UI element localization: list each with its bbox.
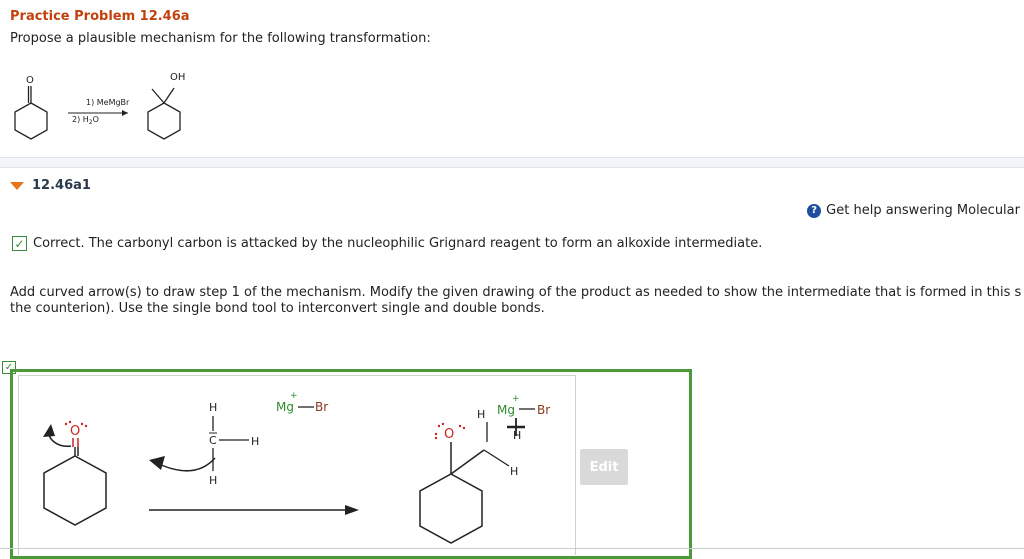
methyl-carbon: C [209,434,217,447]
reagent-step1: 1) MeMgBr [86,98,130,107]
help-link[interactable]: ? Get help answering Molecular [807,203,1020,218]
right-bromine: Br [537,403,550,417]
right-mg-charge: + [512,394,520,404]
part-toggle[interactable]: 12.46a1 [10,178,91,193]
methyl-h-bottom: H [209,474,217,487]
reagent-step2: 2) H2O [72,115,99,126]
right-h-left: H [477,408,485,421]
curved-arrow-nucleophile[interactable] [158,457,216,472]
methyl-h-right: H [251,435,259,448]
methyl-h-top: H [209,401,217,414]
question-icon: ? [807,203,822,218]
instructions-line2: the counterion). Use the single bond too… [10,301,545,316]
right-magnesium: Mg [497,403,515,417]
right-h-a: H [513,429,521,442]
instructions: Add curved arrow(s) to draw step 1 of th… [10,285,1024,317]
drawing-canvas[interactable]: O H C H H Mg + Br O H Mg + Br H H [18,375,576,555]
reaction-scheme: O 1) MeMgBr 2) H2O OH [14,72,185,140]
reactant-cyclohexanone [14,86,48,140]
left-ring [43,447,107,526]
feedback-text: Correct. The carbonyl carbon is attacked… [33,236,763,251]
left-bromine: Br [315,400,328,414]
instructions-line1: Add curved arrow(s) to draw step 1 of th… [10,285,1022,300]
bottom-divider [0,548,1024,549]
caret-down-icon [10,181,24,190]
check-icon: ✓ [12,236,27,251]
right-oxygen: O [444,427,454,442]
part-label: 12.46a1 [32,178,91,193]
edit-button[interactable]: Edit [580,449,628,485]
section-divider [0,157,1024,168]
left-mg-charge: + [290,391,298,401]
left-magnesium: Mg [276,400,294,414]
feedback-message: ✓ Correct. The carbonyl carbon is attack… [12,236,762,251]
problem-prompt: Propose a plausible mechanism for the fo… [10,31,431,46]
right-ring [419,442,485,544]
reactant-oxygen: O [26,75,34,86]
mechanism-drawing: O H C H H Mg + Br O H Mg + Br H H [43,391,550,544]
right-h-b: H [510,465,518,478]
product-hydroxyl: OH [170,72,185,83]
product-methylcyclohexanol [147,87,181,140]
problem-title: Practice Problem 12.46a [10,9,190,24]
help-text: Get help answering Molecular [826,203,1020,218]
left-oxygen: O [70,424,80,439]
